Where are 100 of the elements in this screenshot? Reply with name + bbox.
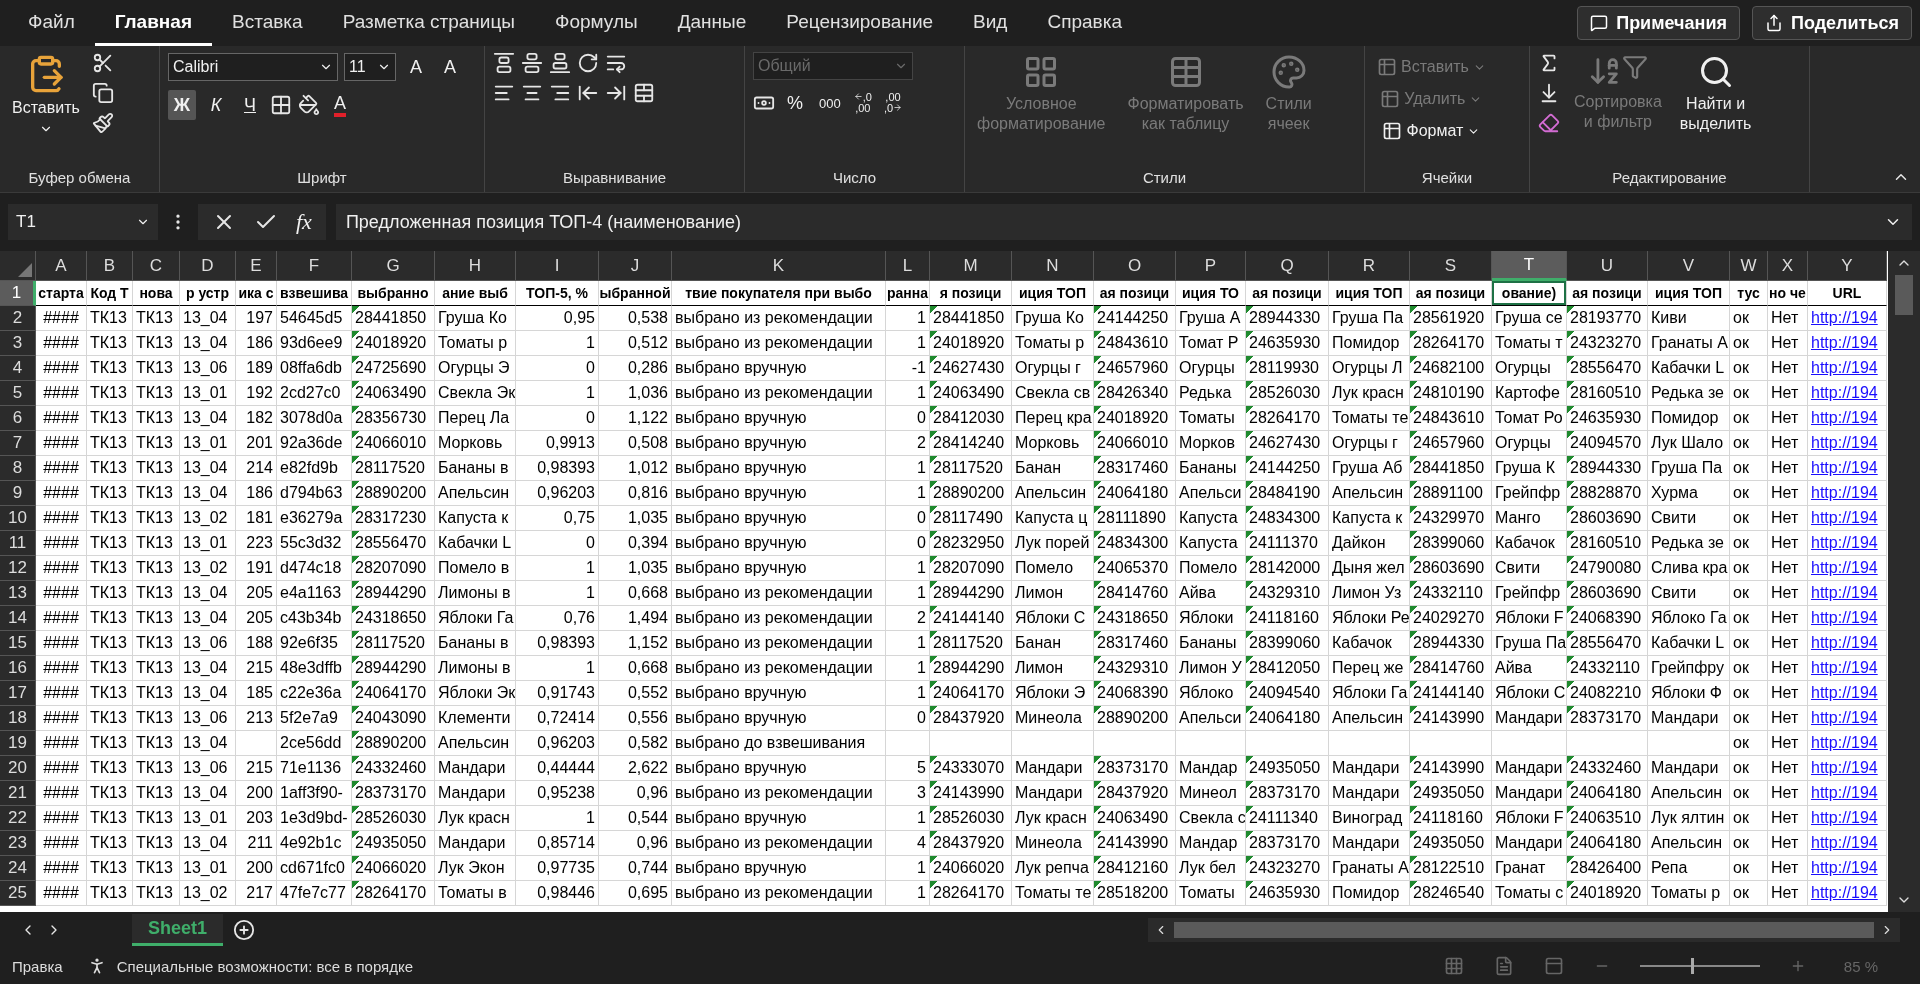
fill-color-icon[interactable] (298, 94, 320, 116)
menu-tab[interactable]: Формулы (535, 0, 658, 46)
row-header[interactable]: 10 (0, 506, 36, 531)
column-header[interactable]: E (236, 251, 277, 281)
column-header[interactable]: K (672, 251, 886, 281)
column-header[interactable]: R (1329, 251, 1410, 281)
link[interactable]: http://194 (1811, 434, 1878, 452)
row-header[interactable]: 17 (0, 681, 36, 706)
row-header[interactable]: 8 (0, 456, 36, 481)
column-header[interactable]: J (599, 251, 672, 281)
menu-tab[interactable]: Вид (953, 0, 1028, 46)
row-header[interactable]: 1 (0, 281, 36, 306)
formula-field[interactable]: Предложенная позиция ТОП-4 (наименование) (335, 204, 1912, 240)
add-sheet-icon[interactable] (233, 919, 256, 941)
row-header[interactable]: 21 (0, 781, 36, 806)
row-header[interactable]: 24 (0, 856, 36, 881)
share-icon[interactable] (1764, 14, 1783, 32)
link[interactable]: http://194 (1811, 734, 1878, 752)
link[interactable]: http://194 (1811, 884, 1878, 902)
merge-cells-icon[interactable] (633, 82, 655, 104)
column-header[interactable]: H (435, 251, 516, 281)
font-color-button[interactable]: A (326, 90, 354, 120)
menu-tab[interactable]: Данные (657, 0, 767, 46)
row-header[interactable]: 16 (0, 656, 36, 681)
eraser-icon[interactable] (1538, 112, 1560, 134)
column-header[interactable]: O (1094, 251, 1176, 281)
link[interactable]: http://194 (1811, 759, 1878, 777)
link[interactable]: http://194 (1811, 459, 1878, 477)
column-header[interactable]: N (1012, 251, 1094, 281)
thousands-button[interactable]: 000 (815, 88, 845, 118)
column-header[interactable]: C (133, 251, 180, 281)
link[interactable]: http://194 (1811, 384, 1878, 402)
menu-tab[interactable]: Вставка (212, 0, 323, 46)
font-grow-button[interactable]: A (402, 52, 430, 82)
link[interactable]: http://194 (1811, 659, 1878, 677)
row-header[interactable]: 25 (0, 881, 36, 906)
zoom-slider-thumb[interactable] (1691, 958, 1695, 974)
link[interactable]: http://194 (1811, 784, 1878, 802)
column-header[interactable]: T (1492, 251, 1567, 281)
column-header[interactable]: G (352, 251, 435, 281)
name-box[interactable]: T1 (8, 204, 158, 240)
row-header[interactable]: 22 (0, 806, 36, 831)
row-header[interactable]: 23 (0, 831, 36, 856)
normal-view-icon[interactable] (1443, 956, 1464, 976)
column-header[interactable]: B (87, 251, 133, 281)
row-header[interactable]: 15 (0, 631, 36, 656)
column-header[interactable]: A (36, 251, 87, 281)
scroll-thumb[interactable] (1174, 922, 1874, 938)
column-header[interactable]: D (180, 251, 236, 281)
link[interactable]: http://194 (1811, 359, 1878, 377)
row-header[interactable]: 3 (0, 331, 36, 356)
row-header[interactable]: 13 (0, 581, 36, 606)
orientation-icon[interactable] (577, 52, 599, 74)
row-header[interactable]: 12 (0, 556, 36, 581)
row-header[interactable]: 14 (0, 606, 36, 631)
copy-icon[interactable] (91, 82, 114, 104)
borders-icon[interactable] (270, 94, 292, 116)
table-icon[interactable] (1382, 121, 1403, 141)
link[interactable]: http://194 (1811, 409, 1878, 427)
column-header[interactable]: I (516, 251, 599, 281)
column-header[interactable]: Y (1808, 251, 1887, 281)
link[interactable]: http://194 (1811, 809, 1878, 827)
share-button[interactable]: Поделиться (1751, 6, 1912, 40)
row-header[interactable]: 2 (0, 306, 36, 331)
link[interactable]: http://194 (1811, 609, 1878, 627)
corner-triangle-icon[interactable] (18, 263, 32, 277)
link[interactable]: http://194 (1811, 334, 1878, 352)
comment-icon[interactable] (1590, 14, 1609, 32)
vertical-scrollbar[interactable] (1888, 251, 1920, 912)
decimal-button[interactable]: ,0 ,00 (850, 92, 875, 114)
link[interactable]: http://194 (1811, 709, 1878, 727)
arrow-right-icon[interactable] (893, 103, 903, 112)
menu-tab[interactable]: Справка (1027, 0, 1142, 46)
font-style-button[interactable]: Ж (168, 90, 196, 120)
column-header[interactable]: P (1176, 251, 1246, 281)
link[interactable]: http://194 (1811, 484, 1878, 502)
link[interactable]: http://194 (1811, 559, 1878, 577)
column-header[interactable]: X (1768, 251, 1808, 281)
font-shrink-button[interactable]: A (436, 52, 464, 82)
link[interactable]: http://194 (1811, 859, 1878, 877)
font-style-button[interactable]: К (202, 90, 230, 120)
link[interactable]: http://194 (1811, 834, 1878, 852)
page-break-icon[interactable] (1543, 956, 1564, 976)
editing-button[interactable]: Найти и выделить (1675, 52, 1756, 136)
arrow-left-icon[interactable] (853, 92, 863, 101)
column-header[interactable]: S (1410, 251, 1492, 281)
row-header[interactable]: 20 (0, 756, 36, 781)
decimal-button[interactable]: ,00 ,0 (880, 92, 906, 114)
link[interactable]: http://194 (1811, 584, 1878, 602)
scissors-icon[interactable] (91, 52, 114, 74)
link[interactable]: http://194 (1811, 309, 1878, 327)
row-header[interactable]: 9 (0, 481, 36, 506)
font-style-button[interactable]: Ч (236, 90, 264, 120)
horizontal-scrollbar[interactable] (1148, 918, 1900, 942)
menu-tab[interactable]: Файл (8, 0, 95, 46)
sheet-tab[interactable]: Sheet1 (132, 914, 224, 946)
column-header[interactable]: U (1567, 251, 1648, 281)
cells-button[interactable]: Формат (1373, 116, 1490, 146)
row-header[interactable]: 6 (0, 406, 36, 431)
row-header[interactable]: 19 (0, 731, 36, 756)
